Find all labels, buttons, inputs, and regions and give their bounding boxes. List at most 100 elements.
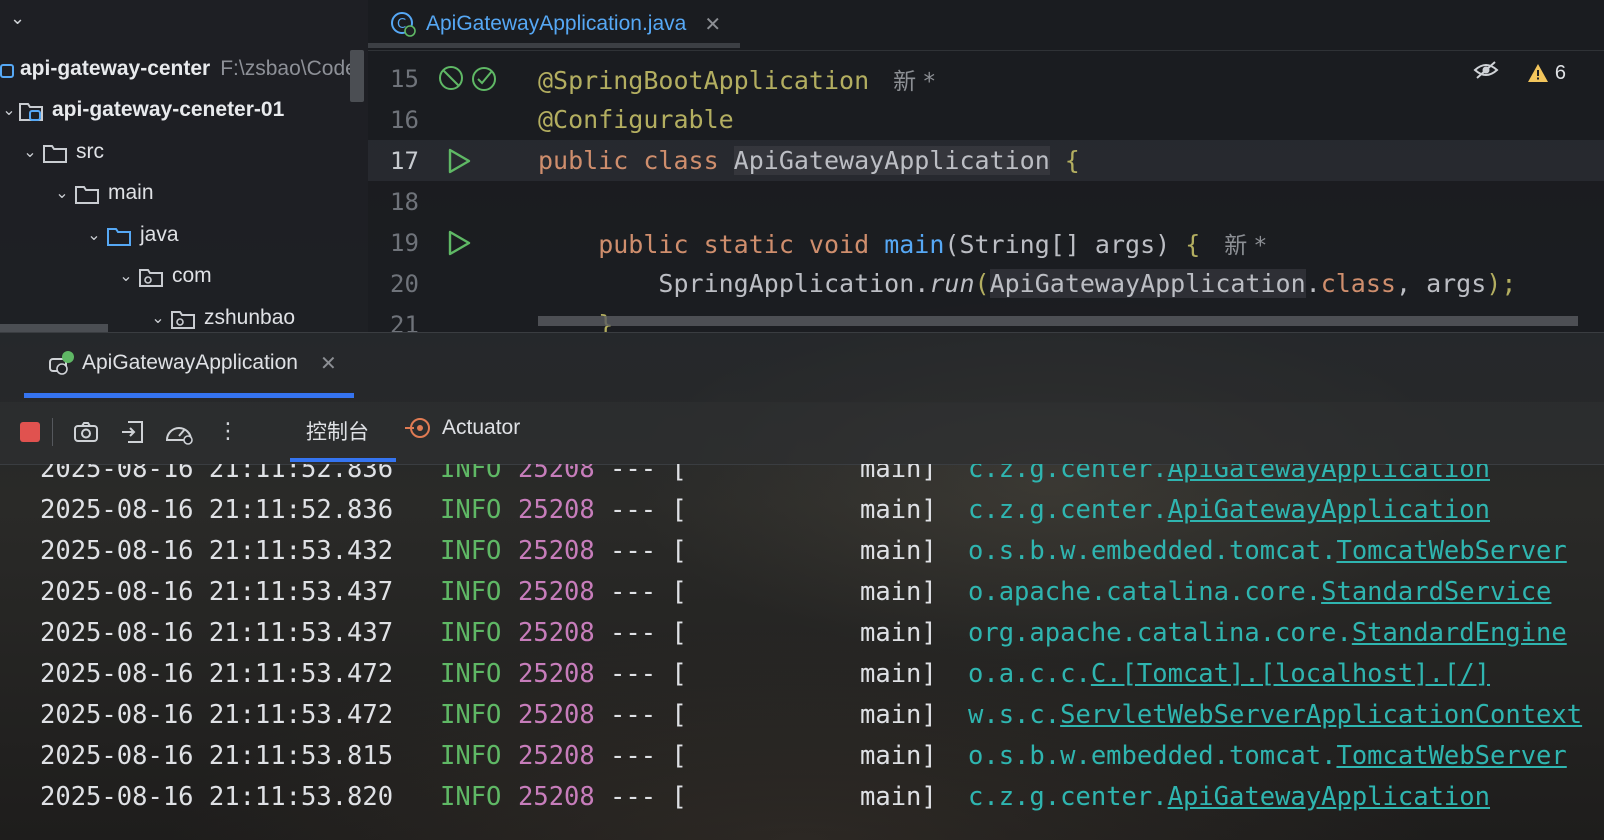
run-config-tab[interactable]: ApiGatewayApplication ✕: [48, 349, 337, 377]
chevron-down-icon[interactable]: ⌄: [0, 100, 18, 120]
code-token: SpringApplication.: [538, 269, 930, 298]
log-pid: 25208: [518, 699, 595, 730]
log-logger[interactable]: c.z.g.center.ApiGatewayApplication: [968, 495, 1490, 525]
chevron-down-icon[interactable]: ⌄: [10, 8, 25, 29]
code-line[interactable]: 20 SpringApplication.run(ApiGatewayAppli…: [368, 263, 1604, 304]
tree-root-label: api-gateway-center: [20, 56, 211, 80]
log-pid: 25208: [518, 494, 595, 525]
exit-icon[interactable]: [120, 418, 148, 446]
more-options-icon[interactable]: ⋮: [214, 418, 242, 446]
close-icon[interactable]: ✕: [320, 351, 337, 376]
line-number: 16: [390, 105, 419, 134]
log-logger-class-link[interactable]: TomcatWebServer: [1336, 536, 1566, 566]
log-thread: main]: [860, 617, 937, 648]
log-logger[interactable]: c.z.g.center.ApiGatewayApplication: [968, 782, 1490, 812]
code-line[interactable]: 16 @Configurable: [368, 99, 1604, 140]
log-logger-class-link[interactable]: C.[Tomcat].[localhost].[/]: [1091, 659, 1490, 689]
tree-vertical-scrollbar[interactable]: [350, 50, 364, 102]
tree-item-com[interactable]: ⌄ com: [0, 256, 368, 298]
module-icon: [0, 59, 14, 79]
run-gutter-icon[interactable]: [446, 147, 472, 175]
log-logger-package: o.s.b.w.embedded.tomcat.: [968, 535, 1337, 566]
log-pid: 25208: [518, 781, 595, 812]
log-level: INFO: [440, 617, 502, 648]
chevron-down-icon[interactable]: ⌄: [18, 142, 42, 162]
actuator-icon: [404, 416, 432, 440]
tree-horizontal-scrollbar[interactable]: [0, 324, 108, 332]
package-icon: [170, 308, 196, 329]
tree-item-root[interactable]: api-gateway-center F:\zsbao\Code\: [0, 48, 368, 90]
editor-tab-label: ApiGatewayApplication.java: [426, 12, 687, 35]
log-thread: main]: [860, 781, 937, 812]
log-level: INFO: [440, 464, 502, 484]
source-folder-icon: [106, 225, 132, 246]
log-pid: 25208: [518, 617, 595, 648]
code-token: , args: [1395, 269, 1487, 298]
code-token: run: [929, 269, 975, 298]
log-timestamp: 2025-08-16 21:11:53.820: [40, 781, 394, 812]
stop-icon[interactable]: [16, 418, 44, 446]
console-output[interactable]: 2025-08-16 21:11:52.836 INFO 25208 --- [ mai…: [0, 464, 1604, 840]
log-timestamp: 2025-08-16 21:11:52.836: [40, 464, 394, 484]
tab-actuator[interactable]: Actuator: [404, 416, 520, 440]
log-logger-class-link[interactable]: ApiGatewayApplication: [1168, 495, 1490, 525]
log-logger-package: c.z.g.center.: [968, 494, 1168, 525]
code-line[interactable]: 15 @SpringBootApplication 新 *: [368, 58, 1604, 99]
log-logger-class-link[interactable]: StandardService: [1321, 577, 1551, 607]
tree-item-main[interactable]: ⌄ main: [0, 173, 368, 215]
chevron-down-icon[interactable]: ⌄: [114, 266, 138, 286]
log-logger-class-link[interactable]: ApiGatewayApplication: [1168, 782, 1490, 812]
log-logger[interactable]: w.s.c.ServletWebServerApplicationContext: [968, 700, 1582, 730]
log-logger[interactable]: o.s.b.w.embedded.tomcat.TomcatWebServer: [968, 536, 1567, 566]
profiler-gauge-icon[interactable]: [164, 418, 193, 446]
log-pid: 25208: [518, 658, 595, 689]
tree-item-module[interactable]: ⌄ api-gateway-ceneter-01: [0, 90, 368, 132]
log-thread: main]: [860, 740, 937, 771]
log-timestamp: 2025-08-16 21:11:53.815: [40, 740, 394, 771]
tree-item-src[interactable]: ⌄ src: [0, 131, 368, 173]
code-text: public static void main(String[] args) {…: [538, 226, 1266, 260]
code-editor[interactable]: C ApiGatewayApplication.java ✕ 6 15 @Spri…: [368, 0, 1604, 332]
log-logger-package: o.apache.catalina.core.: [968, 576, 1322, 607]
editor-tab[interactable]: C ApiGatewayApplication.java ✕: [390, 0, 721, 48]
editor-tab-scrollbar[interactable]: [368, 43, 740, 48]
line-number: 18: [390, 187, 419, 216]
log-logger-class-link[interactable]: StandardEngine: [1352, 618, 1567, 648]
code-token: class: [1320, 269, 1396, 298]
chevron-down-icon[interactable]: ⌄: [82, 225, 106, 245]
log-logger[interactable]: o.s.b.w.embedded.tomcat.TomcatWebServer: [968, 741, 1567, 771]
editor-horizontal-scrollbar[interactable]: [538, 316, 1578, 326]
chevron-down-icon[interactable]: ⌄: [146, 308, 170, 328]
tab-console[interactable]: 控制台: [306, 416, 369, 446]
log-logger-class-link[interactable]: TomcatWebServer: [1336, 741, 1566, 771]
log-logger[interactable]: o.a.c.c.C.[Tomcat].[localhost].[/]: [968, 659, 1490, 689]
code-line[interactable]: 18: [368, 181, 1604, 222]
line-number: 17: [390, 146, 419, 175]
chevron-down-icon[interactable]: ⌄: [50, 183, 74, 203]
log-pid: 25208: [518, 535, 595, 566]
author-hint[interactable]: 新 *: [1224, 233, 1266, 259]
camera-icon[interactable]: [72, 418, 100, 446]
run-gutter-icon[interactable]: [446, 229, 472, 257]
tree-item-label: api-gateway-ceneter-01: [52, 98, 285, 122]
log-logger-class-link[interactable]: ApiGatewayApplication: [1168, 464, 1490, 484]
log-logger[interactable]: c.z.g.center.ApiGatewayApplication: [968, 464, 1490, 484]
code-token: ApiGatewayApplication: [733, 146, 1050, 175]
close-icon[interactable]: ✕: [704, 12, 721, 37]
log-logger[interactable]: o.apache.catalina.core.StandardService: [968, 577, 1551, 607]
tree-item-label: main: [108, 181, 154, 205]
code-line[interactable]: 17 public class ApiGatewayApplication {: [368, 140, 1604, 181]
spring-boot-class-icon: C: [390, 11, 416, 37]
log-level: INFO: [440, 699, 502, 730]
tree-item-java[interactable]: ⌄ java: [0, 214, 368, 256]
log-logger-class-link[interactable]: ServletWebServerApplicationContext: [1060, 700, 1582, 730]
code-token: @Configurable: [538, 105, 734, 134]
author-hint[interactable]: 新 *: [893, 69, 935, 95]
log-separator: --- [: [610, 781, 687, 812]
code-line[interactable]: 19 public static void main(String[] args…: [368, 222, 1604, 263]
log-thread: main]: [860, 576, 937, 607]
log-timestamp: 2025-08-16 21:11:53.472: [40, 699, 394, 730]
code-token: .: [1305, 269, 1321, 298]
log-logger-package: org.apache.catalina.core.: [968, 617, 1352, 648]
log-logger[interactable]: org.apache.catalina.core.StandardEngine: [968, 618, 1567, 648]
